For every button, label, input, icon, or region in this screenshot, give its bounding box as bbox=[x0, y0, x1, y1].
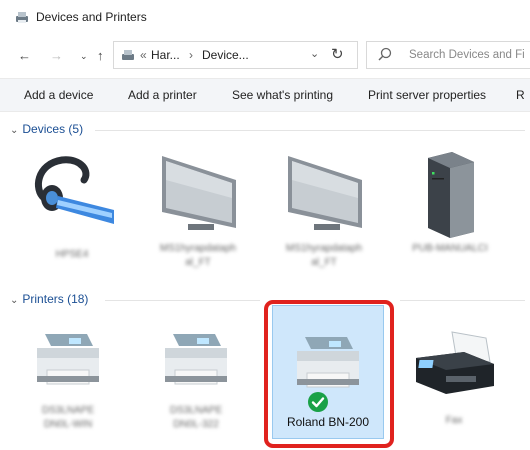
title-bar: Devices and Printers bbox=[0, 0, 530, 34]
printer-label: DS3LNAPE DN0L-WIN bbox=[41, 405, 95, 430]
collapse-chevron-icon: ⌄ bbox=[10, 295, 19, 306]
group-header-printers[interactable]: ⌄ Printers (18) bbox=[10, 292, 88, 306]
collapse-chevron-icon: ⌄ bbox=[10, 125, 19, 136]
search-placeholder: Search Devices and Fi bbox=[409, 49, 525, 61]
back-arrow-icon[interactable]: ← bbox=[18, 48, 31, 63]
location-icon bbox=[122, 50, 134, 60]
device-item[interactable]: MS1hyrapdataph al_FT bbox=[274, 150, 374, 270]
breadcrumb-hardware[interactable]: Har... bbox=[151, 48, 180, 62]
forward-arrow-icon[interactable]: → bbox=[50, 48, 63, 63]
breadcrumb-separator-icon: « bbox=[140, 48, 147, 62]
device-item[interactable]: PUB-MANUALCI bbox=[400, 150, 500, 270]
device-item[interactable]: MS1hyrapdataph al_FT bbox=[148, 150, 248, 270]
monitor-icon bbox=[288, 156, 362, 230]
group-header-devices[interactable]: ⌄ Devices (5) bbox=[10, 122, 83, 136]
window-title: Devices and Printers bbox=[36, 10, 147, 24]
headset-icon bbox=[34, 156, 114, 224]
computer-tower-icon bbox=[428, 152, 474, 238]
print-server-properties-button[interactable]: Print server properties bbox=[368, 88, 486, 102]
remove-device-button[interactable]: R bbox=[516, 88, 525, 102]
search-icon bbox=[378, 47, 392, 61]
group-divider bbox=[105, 300, 260, 301]
device-label: HPSE4 bbox=[55, 249, 89, 260]
printer-item[interactable]: DS3LNAPE DN0L-WIN bbox=[18, 330, 118, 450]
highlight-frame bbox=[264, 300, 394, 448]
group-divider bbox=[400, 300, 525, 301]
up-arrow-icon[interactable]: ↑ bbox=[97, 48, 104, 63]
group-divider bbox=[95, 130, 525, 131]
printer-label: Fax bbox=[445, 415, 463, 426]
add-printer-button[interactable]: Add a printer bbox=[128, 88, 197, 102]
device-label: PUB-MANUALCI bbox=[412, 243, 488, 254]
device-label: MS1hyrapdataph al_FT bbox=[159, 243, 237, 268]
refresh-icon[interactable]: ↻ bbox=[331, 45, 344, 63]
printer-icon bbox=[37, 334, 99, 385]
printer-icon bbox=[165, 334, 227, 385]
breadcrumb-devices[interactable]: Device... bbox=[202, 48, 249, 62]
printer-item[interactable]: DS3LNAPE DN0L-322 bbox=[146, 330, 246, 450]
devices-printers-icon bbox=[16, 12, 28, 23]
recent-locations-chevron-icon[interactable]: ⌄ bbox=[80, 51, 88, 62]
breadcrumb-separator-icon: › bbox=[189, 48, 193, 62]
fax-icon bbox=[416, 331, 494, 394]
printer-item[interactable]: Fax bbox=[404, 328, 504, 448]
command-bar: Add a device Add a printer See what's pr… bbox=[0, 78, 530, 112]
device-label: MS1hyrapdataph al_FT bbox=[285, 243, 363, 268]
see-whats-printing-button[interactable]: See what's printing bbox=[232, 88, 333, 102]
printer-label: DS3LNAPE DN0L-322 bbox=[169, 405, 223, 430]
monitor-icon bbox=[162, 156, 236, 230]
address-box[interactable]: « Har... › Device... ⌄ bbox=[113, 41, 358, 69]
add-device-button[interactable]: Add a device bbox=[24, 88, 93, 102]
address-dropdown-chevron-icon[interactable]: ⌄ bbox=[310, 47, 319, 60]
search-box[interactable]: Search Devices and Fi bbox=[366, 41, 530, 69]
device-item[interactable]: HPSE4 bbox=[22, 150, 122, 270]
